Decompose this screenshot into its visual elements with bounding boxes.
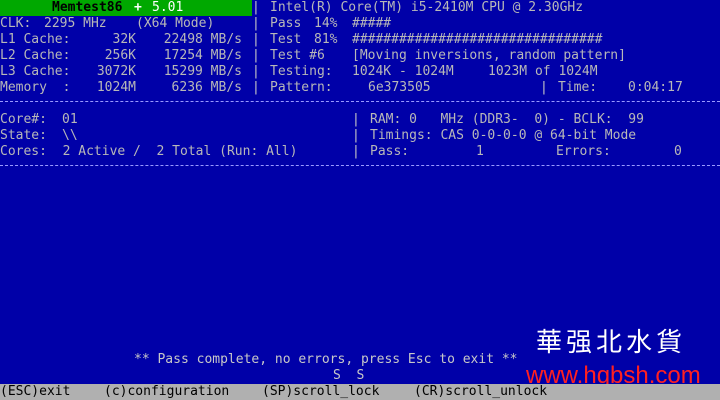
scroll-unlock-key[interactable]: (CR)scroll_unlock (414, 384, 547, 400)
separator: | (252, 48, 260, 63)
divider (0, 165, 720, 166)
state-value: \\ (62, 128, 78, 143)
pass-count-value: 1 (476, 144, 484, 159)
time-value: 0:04:17 (628, 80, 683, 95)
memory-row: Memory : 1024M 6236 MB/s | Pattern: 6e37… (0, 80, 720, 96)
cache-size: 256K (104, 48, 136, 63)
separator: | (352, 128, 360, 143)
errors-value: 0 (674, 144, 682, 159)
separator: | (252, 16, 260, 31)
cache-speed: 15299 MB/s (163, 64, 242, 79)
test-number: Test #6 (270, 48, 325, 63)
ram-info: RAM: 0 MHz (DDR3- 0) - BCLK: 99 (370, 112, 644, 127)
cores-row: Cores: 2 Active / 2 Total (Run: All) | P… (0, 144, 720, 160)
cache-label: L3 Cache: (0, 64, 71, 79)
testing-label: Testing: (270, 64, 333, 79)
test-progress-bar: ################################ (352, 32, 603, 47)
errors-label: Errors: (556, 144, 611, 159)
testing-range: 1024K - 1024M (352, 64, 454, 79)
cache-speed: 6236 MB/s (171, 80, 242, 95)
scroll-lock-key[interactable]: (SP)scroll_lock (262, 384, 379, 400)
l1-row: L1 Cache: 32K 22498 MB/s | Test 81% ####… (0, 32, 720, 48)
separator: | (252, 64, 260, 79)
cache-speed: 22498 MB/s (163, 32, 242, 47)
test-progress-label: Test (270, 32, 302, 47)
scroll-indicator: S S (333, 368, 365, 383)
cache-label: L1 Cache: (0, 32, 71, 47)
app-plus: + (134, 0, 142, 15)
core-label: Core#: (0, 112, 47, 127)
app-version: 5.01 (152, 0, 184, 15)
footer-bar: (ESC)exit (c)configuration (SP)scroll_lo… (0, 384, 720, 400)
core-row: Core#: 01 | RAM: 0 MHz (DDR3- 0) - BCLK:… (0, 112, 720, 128)
pass-progress-bar: ##### (352, 16, 392, 31)
watermark-chinese: 華强北水貨 (536, 328, 687, 358)
cpu-name-row: | Intel(R) Core(TM) i5-2410M CPU @ 2.30G… (252, 0, 720, 16)
pattern-value: 6e373505 (368, 80, 431, 95)
pass-progress-pct: 14% (314, 16, 338, 31)
separator: | (252, 80, 260, 95)
cache-label: Memory : (0, 80, 71, 95)
separator: | (540, 80, 548, 95)
title-bar: Memtest86 + 5.01 (0, 0, 252, 16)
pass-complete-message: ** Pass complete, no errors, press Esc t… (134, 352, 518, 367)
test-description: [Moving inversions, random pattern] (352, 48, 626, 63)
l2-row: L2 Cache: 256K 17254 MB/s | Test #6 [Mov… (0, 48, 720, 64)
cache-size: 1024M (96, 80, 136, 95)
cores-info: Cores: 2 Active / 2 Total (Run: All) (0, 144, 298, 159)
separator: | (352, 112, 360, 127)
clk-label: CLK: (0, 16, 32, 31)
clk-value: 2295 MHz (44, 16, 107, 31)
cache-size: 3072K (96, 64, 136, 79)
cache-size: 32K (112, 32, 136, 47)
time-label: Time: (558, 80, 598, 95)
l3-row: L3 Cache: 3072K 15299 MB/s | Testing: 10… (0, 64, 720, 80)
cache-label: L2 Cache: (0, 48, 71, 63)
clk-row: CLK: 2295 MHz (X64 Mode) | Pass 14% ####… (0, 16, 720, 32)
pass-progress-label: Pass (270, 16, 302, 31)
configuration-key[interactable]: (c)configuration (104, 384, 229, 400)
state-label: State: (0, 128, 47, 143)
separator: | (252, 0, 260, 15)
testing-of: 1023M of 1024M (488, 64, 598, 79)
test-progress-pct: 81% (314, 32, 338, 47)
state-row: State: \\ | Timings: CAS 0-0-0-0 @ 64-bi… (0, 128, 720, 144)
cpu-name: Intel(R) Core(TM) i5-2410M CPU @ 2.30GHz (270, 0, 584, 15)
core-value: 01 (62, 112, 78, 127)
cache-speed: 17254 MB/s (163, 48, 242, 63)
cpu-mode: (X64 Mode) (136, 16, 215, 31)
esc-exit-key[interactable]: (ESC)exit (0, 384, 70, 400)
pattern-label: Pattern: (270, 80, 333, 95)
pass-count-label: Pass: (370, 144, 410, 159)
separator: | (352, 144, 360, 159)
app-name: Memtest86 (52, 0, 123, 15)
timings-info: Timings: CAS 0-0-0-0 @ 64-bit Mode (370, 128, 637, 143)
separator: | (252, 32, 260, 47)
divider (0, 101, 720, 102)
